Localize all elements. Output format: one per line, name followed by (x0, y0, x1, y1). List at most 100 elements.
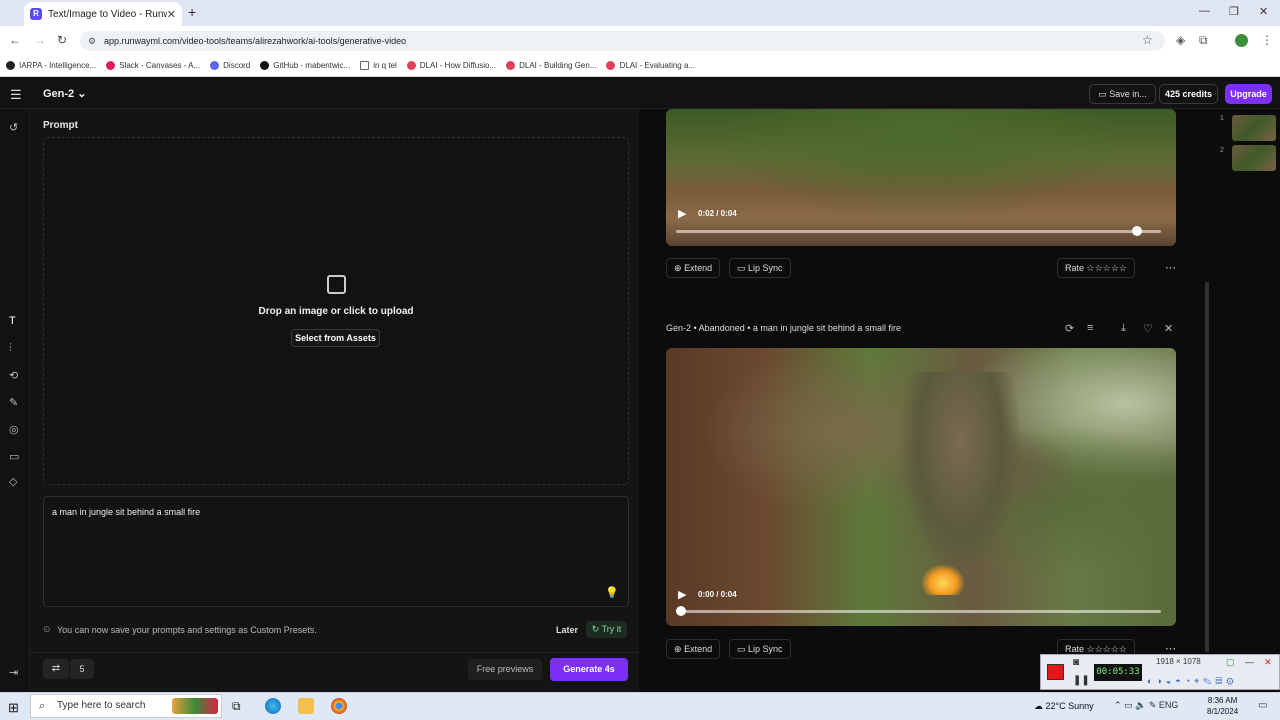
discord-icon (210, 61, 220, 70)
app-header (0, 79, 1280, 109)
try-it-button[interactable]: ↻ Try it (586, 621, 627, 638)
weather-widget[interactable]: ☁ 22°C Sunny (1034, 701, 1094, 712)
video-2-progress-track[interactable] (676, 610, 1161, 613)
bookmark-1[interactable]: IARPA - Intelligence... (6, 61, 96, 70)
new-tab-icon[interactable]: + (188, 4, 196, 20)
forward-icon[interactable]: → (34, 33, 46, 47)
play-icon[interactable]: ▶ (678, 207, 686, 220)
extend-button[interactable]: ⊕ Extend (666, 258, 721, 278)
lightbulb-icon[interactable]: 💡 (605, 586, 619, 599)
site-info-icon[interactable]: ⚙ (88, 31, 96, 51)
generation-settings-icon[interactable]: ⇄ (43, 659, 69, 679)
rating-stars-icon[interactable]: ☆☆☆☆☆ (1087, 644, 1127, 654)
extensions-icon[interactable]: ⧉ (1199, 33, 1208, 48)
minimize-window-icon[interactable]: — (1199, 5, 1210, 17)
save-in-button[interactable]: ▭ Save in... (1089, 84, 1156, 104)
browser-menu-icon[interactable]: ⋮ (1261, 33, 1273, 47)
notifications-icon[interactable]: ▭ (1258, 700, 1267, 711)
pen-icon[interactable]: ✎ (1149, 700, 1157, 710)
model-select[interactable]: Gen-2 ⌄ (43, 87, 86, 100)
recorder-window-icon[interactable]: ▢ (1226, 657, 1235, 668)
rate-control[interactable]: Rate ☆☆☆☆☆ (1057, 258, 1135, 278)
free-previews-button[interactable]: Free previews (468, 659, 542, 680)
lip-sync-button[interactable]: ▭ Lip Sync (729, 639, 791, 659)
credits-button[interactable]: 425 credits (1159, 84, 1218, 104)
runway-favicon-icon: R (30, 8, 42, 20)
prompt-text: a man in jungle sit behind a small fire (52, 507, 201, 517)
windows-start-icon[interactable]: ⊞ (8, 700, 19, 716)
bookmark-star-icon[interactable]: ☆ (1142, 33, 1153, 47)
stop-recording-button[interactable] (1047, 664, 1064, 680)
profile-avatar[interactable] (1235, 34, 1248, 47)
settings-sliders-icon[interactable]: ⫶ (9, 342, 12, 355)
later-button[interactable]: Later (556, 625, 578, 635)
video-2-title: Gen-2 • Abandoned • a man in jungle sit … (666, 323, 901, 333)
select-from-assets-button[interactable]: Select from Assets (291, 329, 380, 347)
volume-icon[interactable]: 🔈 (1135, 700, 1146, 710)
extend-button[interactable]: ⊕ Extend (666, 639, 721, 659)
recording-resolution: 1918 × 1078 (1156, 657, 1201, 666)
search-highlight-image[interactable] (172, 698, 218, 714)
more-options-icon[interactable]: ⋯ (1165, 261, 1176, 274)
bookmark-3[interactable]: Discord (210, 61, 250, 70)
pause-icon[interactable]: ❚❚ (1073, 675, 1090, 686)
video-2-scrub-handle[interactable] (676, 606, 686, 616)
upgrade-button[interactable]: Upgrade (1225, 84, 1272, 104)
close-tab-icon[interactable]: ✕ (167, 8, 176, 21)
browser-tab[interactable]: R Text/Image to Video - Runway ✕ (24, 2, 182, 26)
close-window-icon[interactable]: ✕ (1259, 5, 1268, 18)
recorder-close-icon[interactable]: ✕ (1264, 657, 1272, 668)
hamburger-menu-icon[interactable]: ☰ (10, 87, 22, 103)
dlai-icon (506, 61, 516, 70)
play-icon[interactable]: ▶ (678, 588, 686, 601)
history-icon[interactable]: ↺ (9, 121, 18, 134)
collapse-panel-icon[interactable]: ⇥ (9, 666, 18, 679)
system-tray[interactable]: ⌃ ▭ 🔈 ✎ ENG (1114, 700, 1178, 711)
text-tool-icon[interactable]: T (9, 315, 16, 327)
video-player-1[interactable] (666, 109, 1176, 246)
bookmark-6[interactable]: DLAI - How Diffusio... (406, 61, 496, 70)
recorder-tools-icon[interactable]: ◐◑◒◓◔⌖✎▤⚙ (1147, 676, 1238, 687)
video-thumbnail-1[interactable] (1232, 115, 1276, 141)
details-icon[interactable]: ≡ (1087, 322, 1093, 334)
task-view-icon[interactable]: ⧉ (232, 699, 241, 714)
bookmark-5[interactable]: in q tel (360, 61, 397, 70)
motion-brush-icon[interactable]: ✎ (9, 396, 18, 409)
lip-sync-icon: ▭ (737, 644, 746, 654)
extend-icon: ⊕ (674, 644, 682, 654)
generate-button[interactable]: Generate 4s (550, 658, 628, 681)
reload-icon[interactable]: ↻ (57, 33, 67, 47)
file-explorer-icon[interactable] (298, 698, 314, 714)
rating-stars-icon[interactable]: ☆☆☆☆☆ (1087, 263, 1127, 273)
taskbar-clock[interactable]: 8:36 AM 8/1/2024 (1207, 695, 1238, 717)
generation-count[interactable]: 5 (70, 659, 94, 679)
favorite-heart-icon[interactable]: ♡ (1143, 322, 1153, 335)
bookmark-8[interactable]: DLAI - Evaluating a... (606, 61, 695, 70)
download-icon[interactable]: ⤓ (1121, 322, 1126, 335)
video-1-scrub-handle[interactable] (1131, 226, 1142, 236)
bookmark-7[interactable]: DLAI - Building Gen... (506, 61, 596, 70)
bookmark-favicon-icon (6, 61, 15, 70)
camera-icon[interactable]: ◙ (1073, 657, 1079, 668)
recorder-minimize-icon[interactable]: — (1245, 657, 1254, 667)
video-1-progress-track[interactable] (676, 230, 1161, 233)
style-palette-icon[interactable]: ◎ (9, 423, 19, 436)
bookmark-2[interactable]: Slack - Canvases - A... (106, 61, 200, 70)
bookmark-4[interactable]: GitHub - mabentwic... (260, 61, 350, 70)
back-icon[interactable]: ← (9, 33, 21, 47)
chrome-icon[interactable] (331, 698, 347, 714)
delete-close-icon[interactable]: ✕ (1164, 322, 1173, 335)
lip-sync-button[interactable]: ▭ Lip Sync (729, 258, 791, 278)
edge-icon[interactable] (265, 698, 281, 714)
extension-shield-icon[interactable]: ◈ (1176, 33, 1185, 47)
layers-icon[interactable]: ◇ (9, 475, 17, 488)
tray-overflow-icon[interactable]: ⌃ (1114, 700, 1122, 710)
regenerate-icon[interactable]: ⟳ (1065, 322, 1074, 335)
camera-motion-icon[interactable]: ⟲ (9, 369, 18, 382)
aspect-ratio-icon[interactable]: ▭ (9, 450, 19, 463)
network-icon[interactable]: ▭ (1124, 700, 1133, 710)
folder-icon: ▭ (1098, 89, 1107, 99)
video-thumbnail-2[interactable] (1232, 145, 1276, 171)
restore-window-icon[interactable]: ❐ (1229, 5, 1239, 18)
url-input[interactable]: ⚙ app.runwayml.com/video-tools/teams/ali… (80, 31, 1165, 51)
